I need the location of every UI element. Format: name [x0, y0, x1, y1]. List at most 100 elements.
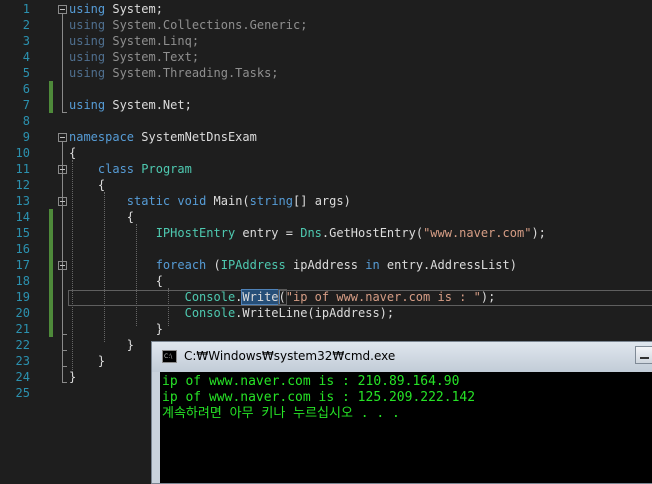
fold-end	[62, 366, 67, 367]
line-number: 17	[15, 258, 30, 272]
line-number: 19	[15, 290, 30, 304]
keyword: namespace	[69, 130, 135, 144]
code-line[interactable]: using System.Text;	[69, 49, 199, 65]
console-line: 계속하려면 아무 키나 누르십시오 . . .	[162, 406, 400, 421]
change-marker	[49, 241, 53, 257]
code-text: SystemNetDnsExam	[134, 130, 257, 144]
line-number: 1	[22, 2, 30, 16]
change-marker	[49, 257, 53, 273]
keyword: string	[249, 194, 294, 208]
keyword: using	[69, 66, 106, 80]
code-line[interactable]: {	[69, 177, 105, 193]
code-line[interactable]: class Program	[69, 161, 192, 177]
code-line[interactable]: {	[69, 273, 163, 289]
line-number: 12	[15, 178, 30, 192]
code-line[interactable]: Console.WriteLine(ipAddress);	[69, 305, 395, 321]
line-number: 14	[15, 210, 30, 224]
console-app-icon: C:\	[162, 350, 177, 363]
keyword: using	[69, 50, 106, 64]
collapse-toggle-icon[interactable]	[58, 5, 67, 14]
type-name: IPAddress	[220, 258, 286, 272]
keyword: foreach	[155, 258, 207, 272]
console-line: ip of www.naver.com is : 210.89.164.90	[162, 374, 460, 389]
string-literal: "ip of www.naver.com is : "	[285, 290, 481, 304]
line-number: 20	[15, 306, 30, 320]
type-name: IPHostEntry	[155, 226, 236, 240]
code-text: {	[69, 210, 135, 224]
code-line[interactable]: using System.Linq;	[69, 33, 199, 49]
keyword: using	[69, 18, 106, 32]
code-line-current[interactable]: Console.Write("ip of www.naver.com is : …	[69, 289, 495, 305]
code-text: System.Net;	[105, 98, 192, 112]
code-text: System.Threading.Tasks;	[105, 66, 279, 80]
code-line[interactable]: using System;	[69, 1, 163, 17]
string-literal: "www.naver.com"	[423, 226, 532, 240]
highlighted-method[interactable]: Write	[241, 289, 280, 305]
line-number: 25	[15, 386, 30, 400]
line-number-gutter: 1 2 3 4 5 6 7 8 9 10 11 12 13 14 15 16 1…	[0, 0, 40, 482]
line-number: 8	[22, 114, 30, 128]
code-text: (	[206, 258, 221, 272]
code-text: }	[69, 322, 163, 336]
code-line[interactable]: IPHostEntry entry = Dns.GetHostEntry("ww…	[69, 225, 546, 241]
keyword: using	[69, 98, 106, 112]
line-number: 2	[22, 18, 30, 32]
line-number: 21	[15, 322, 30, 336]
code-text: }	[69, 370, 77, 384]
code-line[interactable]: }	[69, 353, 105, 369]
console-line: ip of www.naver.com is : 125.209.222.142	[162, 390, 476, 405]
code-line[interactable]: using System.Threading.Tasks;	[69, 65, 279, 81]
code-text: entry.AddressList)	[379, 258, 517, 272]
code-text: .GetHostEntry(	[321, 226, 424, 240]
console-title-bar[interactable]: C:\ C:₩Windows₩system32₩cmd.exe	[152, 342, 652, 372]
change-marker	[49, 321, 53, 337]
code-line[interactable]: {	[69, 145, 76, 161]
keyword: void	[177, 194, 207, 208]
code-text: System.Linq;	[105, 34, 200, 48]
line-number: 15	[15, 226, 30, 240]
collapse-toggle-icon[interactable]	[58, 197, 67, 206]
code-text: }	[69, 338, 135, 352]
code-text: ipAddress	[285, 258, 366, 272]
code-text: System.Collections.Generic;	[105, 18, 308, 32]
line-number: 22	[15, 338, 30, 352]
code-line[interactable]: foreach (IPAddress ipAddress in entry.Ad…	[69, 257, 517, 273]
code-line[interactable]: using System.Net;	[69, 97, 192, 113]
change-marker	[49, 305, 53, 321]
keyword: static	[126, 194, 171, 208]
type-name: Console	[184, 306, 236, 320]
collapse-toggle-icon[interactable]	[58, 133, 67, 142]
code-line[interactable]: }	[69, 369, 76, 385]
code-line[interactable]: static void Main(string[] args)	[69, 193, 351, 209]
change-marker	[49, 209, 53, 225]
code-line[interactable]: }	[69, 321, 163, 337]
keyword: in	[365, 258, 380, 272]
collapse-toggle-icon[interactable]	[58, 261, 67, 270]
code-line[interactable]: }	[69, 337, 134, 353]
line-number: 4	[22, 50, 30, 64]
console-window[interactable]: C:\ C:₩Windows₩system32₩cmd.exe ip of ww…	[151, 341, 652, 484]
code-text: entry =	[235, 226, 301, 240]
line-number: 5	[22, 66, 30, 80]
line-number: 7	[22, 98, 30, 112]
collapse-toggle-icon[interactable]	[58, 165, 67, 174]
code-text: );	[531, 226, 546, 240]
code-line[interactable]: {	[69, 209, 134, 225]
code-line[interactable]: namespace SystemNetDnsExam	[69, 129, 257, 145]
console-output[interactable]: ip of www.naver.com is : 210.89.164.90 i…	[160, 372, 652, 483]
keyword: using	[69, 34, 106, 48]
code-line[interactable]: using System.Collections.Generic;	[69, 17, 307, 33]
keyword: class	[97, 162, 135, 176]
line-number: 24	[15, 370, 30, 384]
change-marker	[49, 289, 53, 305]
code-text: .WriteLine(ipAddress);	[235, 306, 395, 320]
minimize-button[interactable]	[635, 346, 652, 364]
matched-brace: (	[277, 289, 287, 305]
line-number: 16	[15, 242, 30, 256]
